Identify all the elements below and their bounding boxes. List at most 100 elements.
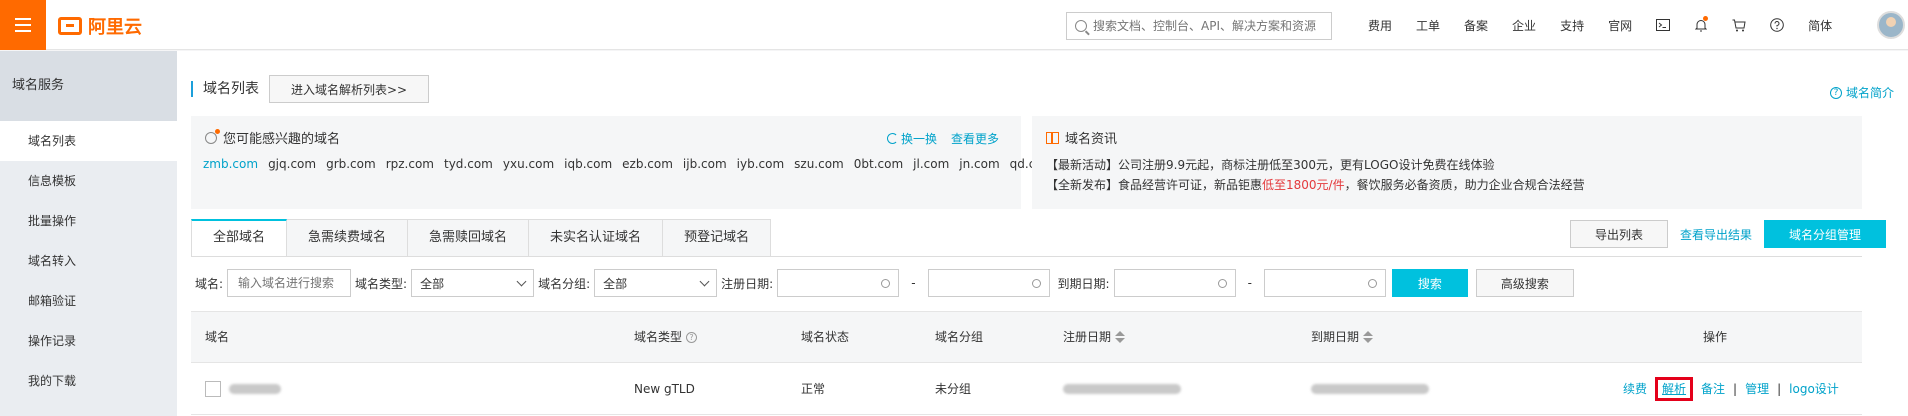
domain-search-input[interactable] (227, 269, 352, 297)
row-checkbox-cell (205, 363, 221, 415)
domain-filter-label: 域名: (195, 276, 224, 291)
view-more-link[interactable]: 查看更多 (951, 130, 999, 147)
export-list-button[interactable]: 导出列表 (1569, 220, 1668, 248)
th-type-label: 域名类型 (634, 330, 683, 344)
suggested-domain[interactable]: szu.com (794, 157, 844, 171)
redacted-date (1311, 384, 1429, 394)
avatar[interactable] (1877, 11, 1905, 39)
suggested-domain[interactable]: yxu.com (503, 157, 554, 171)
sidebar: 域名服务 域名列表 信息模板 批量操作 域名转入 邮箱验证 操作记录 我的下载 (0, 51, 177, 416)
terminal-icon[interactable] (1644, 19, 1682, 31)
refresh-icon (886, 133, 898, 144)
suggested-domain[interactable]: zmb.com (203, 157, 258, 171)
table-row: New gTLD 正常 未分组 续费 解析 备注 | 管理 | logo设计 (191, 363, 1862, 415)
suggested-domain[interactable]: jn.com (959, 157, 999, 171)
page-header: 域名列表 进入域名解析列表>> (191, 75, 429, 103)
sort-icon[interactable] (1363, 331, 1374, 343)
question-icon[interactable]: ? (686, 331, 698, 343)
advanced-search-button[interactable]: 高级搜索 (1475, 269, 1574, 297)
suggested-domain[interactable]: grb.com (326, 157, 376, 171)
suggested-domain[interactable]: gjq.com (268, 157, 316, 171)
question-icon: ? (1829, 86, 1842, 99)
domain-name-cell[interactable] (229, 363, 281, 415)
expire-date-start[interactable] (1113, 269, 1236, 297)
list-tools: 导出列表 查看导出结果 域名分组管理 (1569, 220, 1886, 248)
nav-fees[interactable]: 费用 (1356, 17, 1404, 34)
reg-date-start[interactable] (777, 269, 900, 297)
renew-link[interactable]: 续费 (1623, 363, 1647, 415)
date-range-dash: - (1247, 276, 1252, 290)
reg-date-end[interactable] (927, 269, 1050, 297)
tab-redeem-urgent[interactable]: 急需赎回域名 (408, 219, 530, 257)
type-cell: New gTLD (634, 382, 695, 396)
suggested-domain[interactable]: iqb.com (564, 157, 612, 171)
sidebar-item-domain-list[interactable]: 域名列表 (0, 121, 177, 161)
top-bar: 阿里云 费用 工单 备案 企业 支持 官网 简体 (0, 0, 1908, 50)
type-filter-label: 域名类型: (355, 276, 408, 291)
status-cell: 正常 (801, 382, 826, 396)
suggested-domain[interactable]: ijb.com (683, 157, 727, 171)
news-item[interactable]: 【全新发布】食品经营许可证，新品钜惠低至1800元/件，餐饮服务必备资质，助力企… (1046, 176, 1585, 193)
suggested-domain[interactable]: 0bt.com (854, 157, 903, 171)
type-select-value: 全部 (420, 276, 445, 291)
domain-intro-link[interactable]: ? 域名简介 (1829, 84, 1894, 101)
group-manage-button[interactable]: 域名分组管理 (1764, 220, 1886, 248)
refresh-button[interactable]: 换一换 (886, 130, 937, 147)
nav-enterprise[interactable]: 企业 (1500, 17, 1548, 34)
search-button[interactable]: 搜索 (1391, 269, 1468, 297)
sidebar-item-email-verify[interactable]: 邮箱验证 (0, 281, 177, 321)
th-expire-date[interactable]: 到期日期 (1311, 312, 1374, 362)
logo-text: 阿里云 (88, 17, 142, 38)
row-checkbox[interactable] (205, 381, 221, 397)
tab-unverified[interactable]: 未实名认证域名 (529, 219, 664, 257)
sidebar-item-op-log[interactable]: 操作记录 (0, 321, 177, 361)
nav-icp[interactable]: 备案 (1452, 17, 1500, 34)
separator: | (1733, 382, 1738, 396)
chevron-down-icon (699, 276, 710, 286)
type-select[interactable]: 全部 (411, 269, 535, 297)
sort-icon[interactable] (1115, 331, 1126, 343)
logo-design-link[interactable]: logo设计 (1789, 363, 1839, 415)
suggested-domain[interactable]: iyb.com (737, 157, 785, 171)
group-select[interactable]: 全部 (594, 269, 718, 297)
news-highlight: 低至1800元/件 (1262, 178, 1345, 192)
news-item[interactable]: 【最新活动】公司注册9.9元起，商标注册低至300元，更有LOGO设计免费在线体… (1046, 156, 1494, 173)
suggest-title: 您可能感兴趣的域名 (205, 128, 340, 147)
enter-dns-list-button[interactable]: 进入域名解析列表>> (269, 75, 429, 103)
ops-cell: 续费 解析 备注 | 管理 | logo设计 (1623, 363, 1839, 415)
suggested-domain[interactable]: rpz.com (386, 157, 434, 171)
nav-support[interactable]: 支持 (1548, 17, 1596, 34)
sidebar-item-info-template[interactable]: 信息模板 (0, 161, 177, 201)
nav-official-site[interactable]: 官网 (1596, 17, 1644, 34)
top-nav: 费用 工单 备案 企业 支持 官网 简体 (1356, 0, 1844, 50)
th-type: 域名类型 ? (634, 312, 698, 362)
view-export-result-link[interactable]: 查看导出结果 (1680, 226, 1752, 243)
sidebar-item-batch-ops[interactable]: 批量操作 (0, 201, 177, 241)
remark-link[interactable]: 备注 (1701, 363, 1725, 415)
sidebar-item-transfer-in[interactable]: 域名转入 (0, 241, 177, 281)
tab-all-domains[interactable]: 全部域名 (191, 219, 288, 257)
bell-icon[interactable] (1682, 15, 1720, 32)
sidebar-item-downloads[interactable]: 我的下载 (0, 361, 177, 401)
help-icon[interactable] (1758, 18, 1796, 32)
tab-renew-urgent[interactable]: 急需续费域名 (287, 219, 409, 257)
manage-link[interactable]: 管理 (1745, 363, 1769, 415)
expire-date-end[interactable] (1263, 269, 1386, 297)
separator: | (1777, 382, 1782, 396)
tab-pre-registered[interactable]: 预登记域名 (663, 219, 772, 257)
language-switch[interactable]: 简体 (1796, 17, 1844, 34)
suggested-domain[interactable]: jl.com (913, 157, 949, 171)
th-reg-date[interactable]: 注册日期 (1063, 312, 1126, 362)
suggest-actions: 换一换 查看更多 (886, 130, 999, 147)
dns-resolve-link[interactable]: 解析 (1655, 377, 1694, 401)
clock-icon (1217, 278, 1227, 288)
suggested-domain[interactable]: ezb.com (622, 157, 673, 171)
aliyun-logo[interactable]: 阿里云 (58, 13, 142, 39)
cart-icon[interactable] (1720, 19, 1758, 32)
search-input[interactable] (1093, 19, 1331, 33)
menu-icon[interactable] (0, 0, 46, 50)
suggested-domain[interactable]: tyd.com (444, 157, 493, 171)
domain-tabs: 全部域名 急需续费域名 急需赎回域名 未实名认证域名 预登记域名 (191, 219, 772, 257)
global-search[interactable] (1066, 12, 1332, 40)
nav-tickets[interactable]: 工单 (1404, 17, 1452, 34)
